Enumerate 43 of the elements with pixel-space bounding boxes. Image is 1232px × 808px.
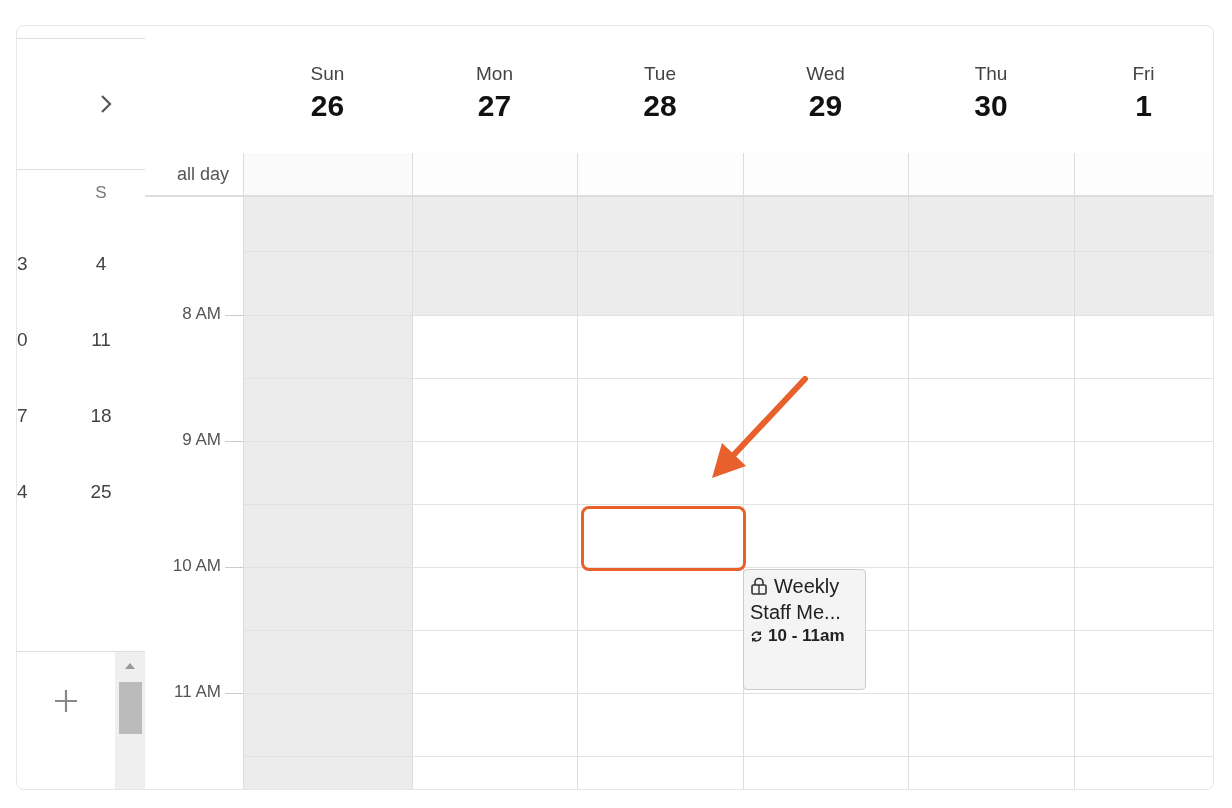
date-cell[interactable]: 0 <box>17 329 33 351</box>
day-number[interactable]: 26 <box>310 89 345 123</box>
all-day-cell[interactable] <box>412 153 577 197</box>
time-label: 8 AM <box>182 304 221 324</box>
time-label: 10 AM <box>172 556 221 576</box>
day-name: Sun <box>310 63 345 85</box>
all-day-cell[interactable] <box>1074 153 1213 197</box>
all-day-cell[interactable] <box>577 153 743 197</box>
all-day-cell[interactable] <box>243 153 412 197</box>
scroll-up-icon <box>124 662 136 670</box>
day-number[interactable]: 1 <box>1135 89 1152 123</box>
day-name: Tue <box>643 63 676 85</box>
scrollbar[interactable] <box>115 652 145 789</box>
day-name: Wed <box>806 63 845 85</box>
event-time: 10 - 11am <box>768 625 845 647</box>
day-number[interactable]: 29 <box>808 89 843 123</box>
event-title: Weekly Staff Me... <box>750 575 841 623</box>
day-name: Mon <box>476 63 513 85</box>
plus-icon <box>54 689 78 713</box>
weekday-label: S <box>94 183 108 203</box>
time-slot[interactable] <box>577 441 743 504</box>
time-label: 11 AM <box>174 682 221 702</box>
day-number[interactable]: 28 <box>643 89 677 123</box>
date-cell[interactable]: 4 <box>78 253 124 275</box>
date-cell[interactable]: 7 <box>17 405 33 427</box>
time-slot[interactable] <box>743 378 908 441</box>
all-day-label: all day <box>176 163 229 185</box>
scroll-thumb[interactable] <box>119 682 142 734</box>
day-number[interactable]: 27 <box>477 89 512 123</box>
date-cell[interactable]: 3 <box>17 253 33 275</box>
date-cell[interactable]: 25 <box>78 481 124 503</box>
time-label: 9 AM <box>182 430 221 450</box>
chevron-right-icon <box>99 93 113 115</box>
all-day-cell[interactable] <box>743 153 908 197</box>
date-cell[interactable]: 18 <box>78 405 124 427</box>
event-card[interactable]: Weekly Staff Me... 10 - 11am <box>743 569 866 690</box>
date-cell[interactable]: 4 <box>17 481 33 503</box>
time-slot[interactable] <box>577 567 743 630</box>
day-name: Fri <box>1132 63 1155 85</box>
day-number[interactable]: 30 <box>974 89 1008 123</box>
day-name: Thu <box>974 63 1008 85</box>
all-day-cell[interactable] <box>908 153 1074 197</box>
date-cell[interactable]: 11 <box>78 329 124 351</box>
